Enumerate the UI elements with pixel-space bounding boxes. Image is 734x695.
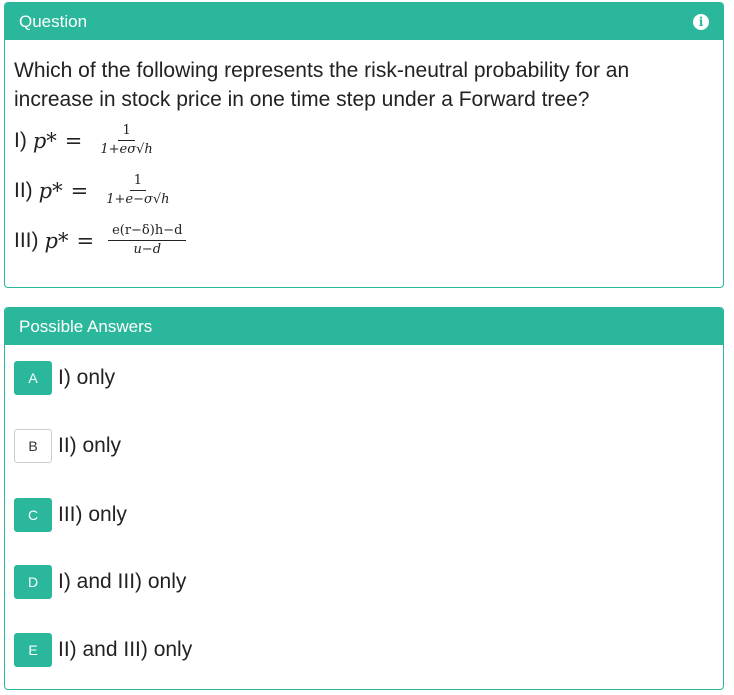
answer-option-a[interactable]: A I) only [14,361,115,395]
answer-text[interactable]: I) only [58,366,115,390]
answers-title: Possible Answers [19,316,153,336]
answer-option-c[interactable]: C III) only [14,498,127,532]
answer-letter-button[interactable]: C [14,498,52,532]
answer-option-e[interactable]: E II) and III) only [14,633,192,667]
answer-text[interactable]: II) and III) only [58,638,192,662]
option-lhs: p* [38,178,63,203]
option-lhs: p* [44,228,69,253]
fraction-numerator: 1 [129,172,147,191]
info-icon[interactable]: i [693,13,709,30]
answer-letter-button[interactable]: E [14,633,52,667]
fraction-numerator: e(r−δ)h−d [108,222,187,241]
option-eq: = [70,178,89,203]
option-line-2: II) p* = 1 1+e−σ√h [14,172,174,209]
answer-letter-button[interactable]: B [14,429,52,463]
answer-text[interactable]: III) only [58,503,127,527]
option-line-1: I) p* = 1 1+eσ√h [14,122,157,159]
option-label: I) [14,128,27,152]
question-title: Question [19,11,88,31]
option-fraction: 1 1+eσ√h [96,122,156,159]
question-header: Question i [5,3,723,40]
option-lhs: p* [32,128,57,153]
fraction-denominator: 1+eσ√h [100,142,153,157]
option-eq: = [64,128,83,153]
option-eq: = [76,228,95,253]
option-label: II) [14,178,33,202]
option-label: III) [14,228,39,252]
fraction-denominator: u−d [133,242,162,257]
question-text: Which of the following represents the ri… [14,59,630,111]
answer-letter-button[interactable]: A [14,361,52,395]
answer-letter-button[interactable]: D [14,565,52,599]
answer-text[interactable]: II) only [58,434,121,458]
answer-text[interactable]: I) and III) only [58,570,186,594]
option-fraction: 1 1+e−σ√h [102,172,173,209]
option-line-3: III) p* = e(r−δ)h−d u−d [14,222,187,259]
fraction-denominator: 1+e−σ√h [106,192,170,207]
answers-header: Possible Answers [5,308,723,345]
answer-option-d[interactable]: D I) and III) only [14,565,186,599]
option-fraction: e(r−δ)h−d u−d [108,222,187,259]
fraction-numerator: 1 [118,122,135,141]
answer-option-b[interactable]: B II) only [14,429,121,463]
